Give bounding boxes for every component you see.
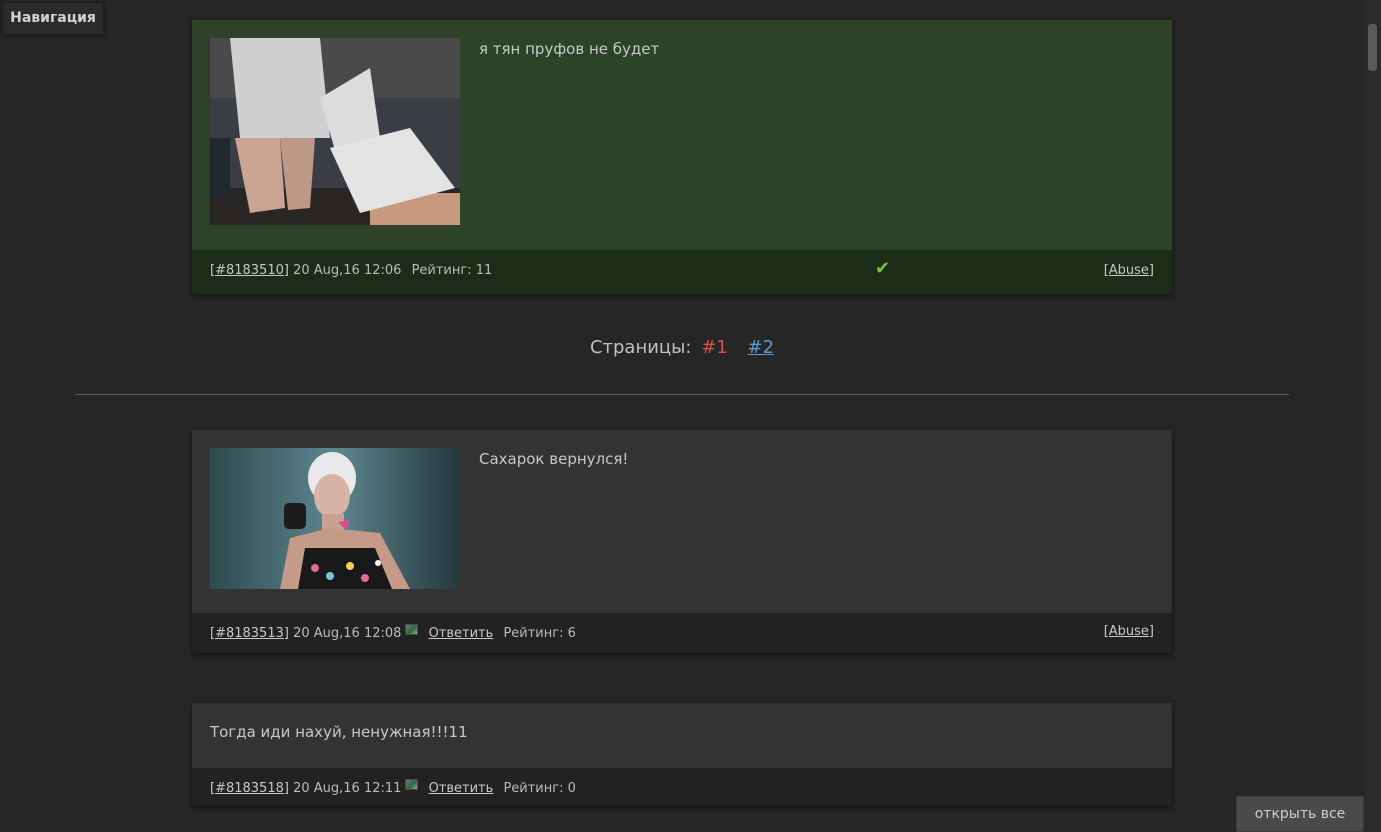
post-date: 20 Aug,16 12:08 — [293, 626, 402, 641]
post-date: 20 Aug,16 12:11 — [293, 781, 402, 796]
post-footer: [#8183513] 20 Aug,16 12:08 Ответить Рейт… — [192, 613, 1172, 653]
post-id-link[interactable]: [#8183510] — [210, 263, 289, 278]
post-rating: Рейтинг: 11 — [411, 263, 493, 278]
pagination-current-page: #1 — [701, 337, 728, 358]
reply-link[interactable]: Ответить — [429, 781, 494, 796]
post-image-thumbnail[interactable] — [210, 448, 460, 589]
pagination-page-link[interactable]: #2 — [747, 337, 774, 358]
post-id-link[interactable]: [#8183518] — [210, 781, 289, 796]
vertical-scrollbar[interactable] — [1364, 0, 1381, 832]
post-date: 20 Aug,16 12:06 — [293, 263, 402, 278]
abuse-link[interactable]: [Abuse] — [1104, 624, 1154, 639]
pagination: Страницы: #1 #2 — [0, 337, 1364, 358]
post-8183513: Сахарок вернулся! [#8183513] 20 Aug,16 1… — [192, 430, 1172, 653]
post-rating: Рейтинг: 0 — [503, 781, 576, 796]
post-body: Тогда иди нахуй, ненужная!!!11 — [192, 703, 1172, 768]
post-footer: [#8183518] 20 Aug,16 12:11 Ответить Рейт… — [192, 768, 1172, 806]
post-id-link[interactable]: [#8183513] — [210, 626, 289, 641]
reply-link[interactable]: Ответить — [429, 626, 494, 641]
image-reply-icon[interactable] — [405, 779, 419, 790]
post-body: Сахарок вернулся! — [192, 430, 1172, 613]
post-text: я тян пруфов не будет — [479, 40, 660, 58]
abuse-link[interactable]: [Abuse] — [1104, 263, 1154, 278]
post-image-thumbnail[interactable] — [210, 38, 460, 225]
post-body: я тян пруфов не будет — [192, 20, 1172, 250]
open-all-button[interactable]: открыть все — [1236, 796, 1364, 832]
checkmark-icon: ✔ — [875, 258, 891, 279]
image-reply-icon[interactable] — [405, 624, 419, 635]
scrollbar-thumb[interactable] — [1368, 24, 1377, 71]
post-8183510: я тян пруфов не будет [#8183510] 20 Aug,… — [192, 20, 1172, 294]
pagination-label: Страницы: — [589, 337, 692, 358]
post-8183518: Тогда иди нахуй, ненужная!!!11 [#8183518… — [192, 703, 1172, 806]
post-rating: Рейтинг: 6 — [503, 626, 576, 641]
post-footer: [#8183510] 20 Aug,16 12:06 Рейтинг: 11 ✔… — [192, 250, 1172, 294]
navigation-button[interactable]: Навигация — [2, 2, 104, 35]
post-text: Сахарок вернулся! — [479, 450, 629, 468]
post-text: Тогда иди нахуй, ненужная!!!11 — [210, 723, 468, 741]
section-divider — [75, 394, 1289, 395]
